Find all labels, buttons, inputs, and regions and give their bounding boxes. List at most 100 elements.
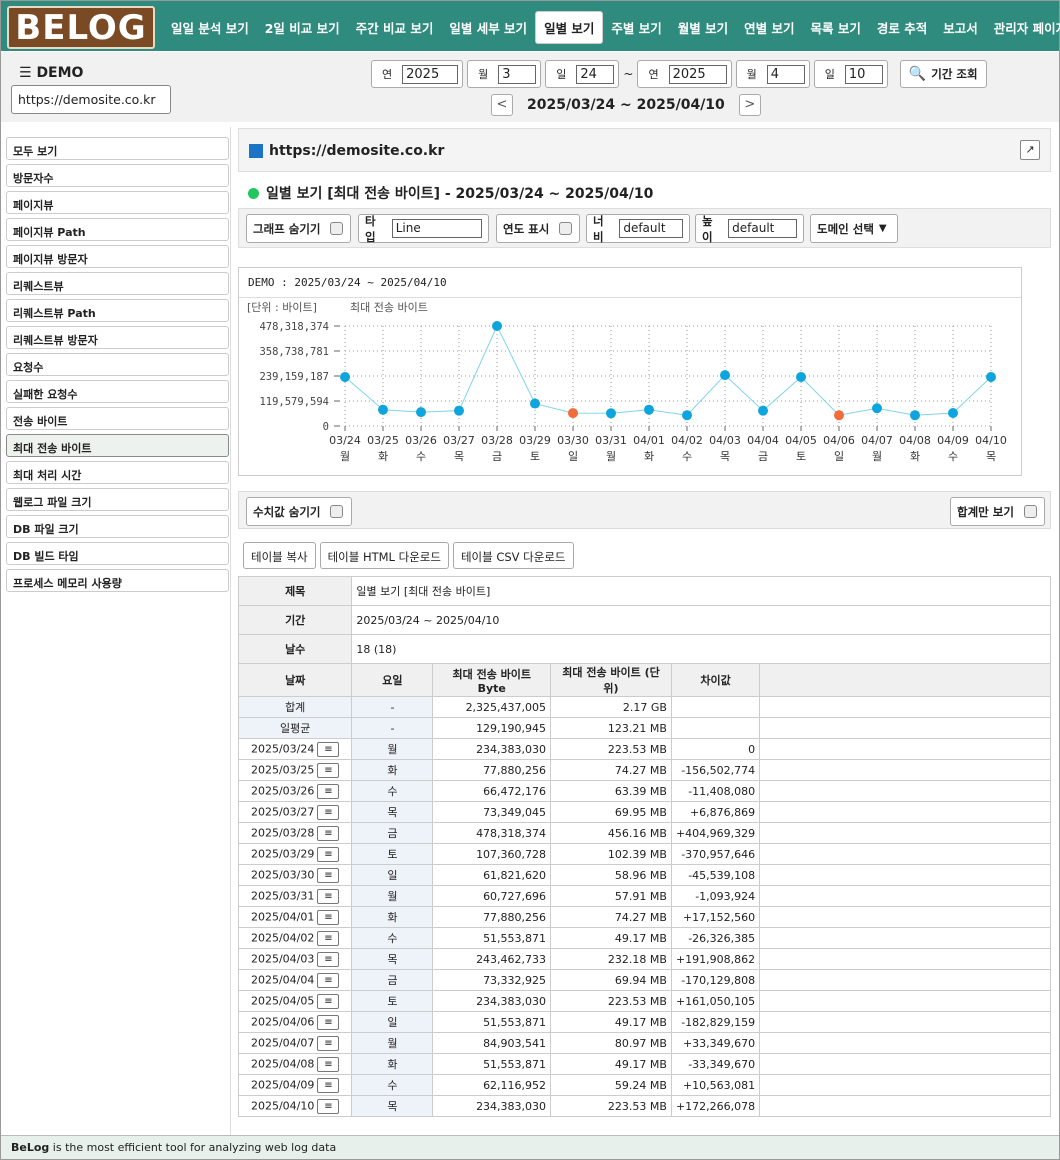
detail-list-icon[interactable]: ≡ xyxy=(317,888,340,904)
x-weekday-label: 목 xyxy=(720,450,730,463)
nav-item-10[interactable]: 보고서 xyxy=(935,12,986,43)
site-square-icon xyxy=(249,144,263,158)
detail-list-icon[interactable]: ≡ xyxy=(317,867,340,883)
nav-item-5[interactable]: 주별 보기 xyxy=(603,12,669,43)
sidebar-item-0[interactable]: 모두 보기 xyxy=(6,137,229,160)
detail-list-icon[interactable]: ≡ xyxy=(317,1077,340,1093)
detail-list-icon[interactable]: ≡ xyxy=(317,972,340,988)
sidebar-item-2[interactable]: 페이지뷰 xyxy=(6,191,229,214)
show-year-toggle[interactable]: 연도 표시 xyxy=(496,214,580,243)
detail-list-icon[interactable]: ≡ xyxy=(317,930,340,946)
external-link-icon[interactable]: ↗ xyxy=(1020,140,1040,160)
detail-list-icon[interactable]: ≡ xyxy=(317,1014,340,1030)
sum-only-toggle[interactable]: 합계만 보기 xyxy=(950,497,1045,526)
sidebar-item-11[interactable]: 최대 전송 바이트 xyxy=(6,434,229,457)
detail-list-icon[interactable]: ≡ xyxy=(317,1035,340,1051)
nav-item-9[interactable]: 경로 추적 xyxy=(869,12,935,43)
detail-list-icon[interactable]: ≡ xyxy=(317,825,340,841)
end-day-group: 일 10 xyxy=(813,60,888,88)
next-period-button[interactable]: > xyxy=(738,94,761,116)
site-select[interactable]: https://demosite.co.kr xyxy=(11,85,171,114)
sum-only-checkbox[interactable] xyxy=(1023,505,1037,518)
nav-item-4[interactable]: 일별 보기 xyxy=(535,10,604,44)
sidebar-item-10[interactable]: 전송 바이트 xyxy=(6,407,229,430)
end-year-input[interactable]: 2025 xyxy=(668,64,727,84)
date-text: 2025/04/02 xyxy=(250,931,315,944)
sidebar-item-3[interactable]: 페이지뷰 Path xyxy=(6,218,229,241)
x-tick-label: 04/08 xyxy=(899,434,931,447)
show-year-checkbox[interactable] xyxy=(559,222,573,235)
x-tick-label: 04/06 xyxy=(823,434,855,447)
nav-item-7[interactable]: 연별 보기 xyxy=(736,12,802,43)
sidebar-item-7[interactable]: 리퀘스트뷰 방문자 xyxy=(6,326,229,349)
nav-item-2[interactable]: 주간 비교 보기 xyxy=(348,12,442,43)
prev-period-button[interactable]: < xyxy=(491,94,513,116)
nav-item-6[interactable]: 월별 보기 xyxy=(670,12,736,43)
nav-item-0[interactable]: 일일 분석 보기 xyxy=(163,12,257,43)
sidebar-item-1[interactable]: 방문자수 xyxy=(6,164,229,187)
detail-list-icon[interactable]: ≡ xyxy=(317,909,340,925)
hide-graph-toggle[interactable]: 그래프 숨기기 xyxy=(246,214,351,243)
start-day-label: 일 xyxy=(556,68,567,81)
detail-list-icon[interactable]: ≡ xyxy=(317,1056,340,1072)
start-year-input[interactable]: 2025 xyxy=(402,64,459,84)
table-toolbar: 수치값 숨기기 합계만 보기 xyxy=(238,491,1051,529)
sidebar-item-15[interactable]: DB 빌드 타임 xyxy=(6,542,229,565)
hamburger-icon[interactable]: ☰ xyxy=(19,65,32,81)
detail-list-icon[interactable]: ≡ xyxy=(317,762,340,778)
start-day-input[interactable]: 24 xyxy=(576,64,615,84)
nav-item-8[interactable]: 목록 보기 xyxy=(803,12,869,43)
sidebar-item-14[interactable]: DB 파일 크기 xyxy=(6,515,229,538)
sidebar-item-5[interactable]: 리퀘스트뷰 xyxy=(6,272,229,295)
detail-list-icon[interactable]: ≡ xyxy=(317,804,340,820)
start-month-input[interactable]: 3 xyxy=(498,64,537,84)
detail-list-icon[interactable]: ≡ xyxy=(317,741,340,757)
detail-list-icon[interactable]: ≡ xyxy=(317,951,340,967)
detail-list-icon[interactable]: ≡ xyxy=(317,1098,340,1114)
detail-list-icon[interactable]: ≡ xyxy=(317,846,340,862)
nav-item-3[interactable]: 일별 세부 보기 xyxy=(441,12,535,43)
sidebar-item-13[interactable]: 웹로그 파일 크기 xyxy=(6,488,229,511)
x-tick-label: 03/28 xyxy=(481,434,513,447)
row-filler xyxy=(759,1095,1051,1117)
unit-cell: 232.18 MB xyxy=(550,948,672,970)
type-input[interactable]: Line xyxy=(391,219,482,238)
unit-cell: 223.53 MB xyxy=(550,1095,672,1117)
column-header: 요일 xyxy=(351,663,434,697)
weekday-cell: 일 xyxy=(351,864,434,886)
meta-row: 기간 2025/03/24 ~ 2025/04/10 xyxy=(237,605,1051,635)
x-weekday-label: 화 xyxy=(378,450,388,463)
column-header: 최대 전송 바이트 (단위) xyxy=(550,663,672,697)
sidebar-item-8[interactable]: 요청수 xyxy=(6,353,229,376)
sidebar-item-9[interactable]: 실패한 요청수 xyxy=(6,380,229,403)
sum-only-label: 합계만 보기 xyxy=(957,504,1014,519)
summary-bytes: 2,325,437,005 xyxy=(432,696,552,718)
end-month-input[interactable]: 4 xyxy=(766,64,805,84)
end-day-input[interactable]: 10 xyxy=(844,64,883,84)
x-weekday-label: 금 xyxy=(492,450,502,463)
detail-list-icon[interactable]: ≡ xyxy=(317,993,340,1009)
diff-cell: -11,408,080 xyxy=(670,780,761,802)
height-input[interactable]: default xyxy=(728,219,797,238)
csv-download-button[interactable]: 테이블 CSV 다운로드 xyxy=(452,542,574,569)
detail-list-icon[interactable]: ≡ xyxy=(317,783,340,799)
data-point xyxy=(568,408,578,419)
sidebar-item-6[interactable]: 리퀘스트뷰 Path xyxy=(6,299,229,322)
nav-item-11[interactable]: 관리자 페이지 xyxy=(986,12,1060,43)
sidebar-item-16[interactable]: 프로세스 메모리 사용량 xyxy=(6,569,229,592)
domain-select-button[interactable]: 도메인 선택 ▼ xyxy=(810,214,898,243)
hide-graph-checkbox[interactable] xyxy=(330,222,344,235)
html-download-button[interactable]: 테이블 HTML 다운로드 xyxy=(319,542,449,569)
data-point xyxy=(606,408,616,419)
hide-values-toggle[interactable]: 수치값 숨기기 xyxy=(246,497,352,526)
hide-values-checkbox[interactable] xyxy=(330,505,344,518)
nav-item-1[interactable]: 2일 비교 보기 xyxy=(257,12,348,43)
period-search-button[interactable]: 🔍 기간 조회 xyxy=(899,60,987,88)
copy-table-button[interactable]: 테이블 복사 xyxy=(243,542,316,569)
belog-logo[interactable]: BELOG xyxy=(7,6,155,49)
sidebar-item-4[interactable]: 페이지뷰 방문자 xyxy=(6,245,229,268)
date-cell: 2025/04/06 ≡ xyxy=(237,1011,353,1033)
sidebar-item-12[interactable]: 최대 처리 시간 xyxy=(6,461,229,484)
diff-cell: -1,093,924 xyxy=(670,885,761,907)
width-input[interactable]: default xyxy=(619,219,683,238)
